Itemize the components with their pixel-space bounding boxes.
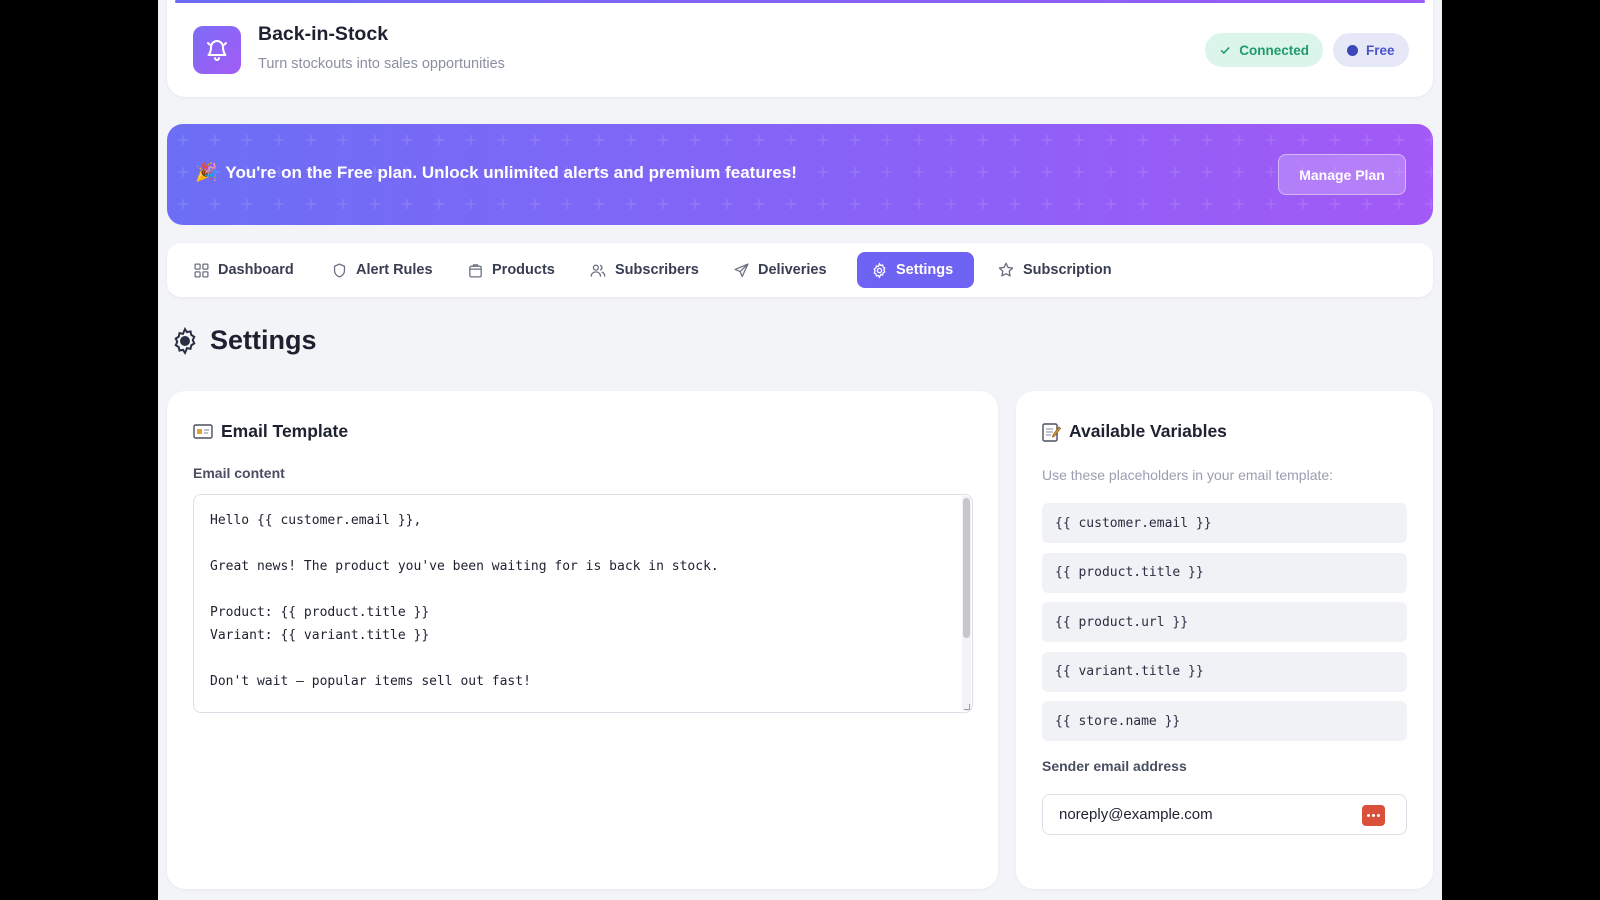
header-accent-line (175, 0, 1425, 3)
send-icon (734, 262, 749, 277)
check-icon (1220, 46, 1230, 54)
tab-settings[interactable]: Settings (857, 252, 974, 288)
connected-label: Connected (1239, 42, 1309, 58)
email-icon (193, 423, 213, 439)
email-content-label: Email content (193, 465, 285, 481)
bell-icon (193, 26, 241, 74)
tab-subscribers[interactable]: Subscribers (575, 252, 713, 288)
banner-message: 🎉 You're on the Free plan. Unlock unlimi… (195, 162, 797, 183)
memo-icon (1042, 422, 1061, 442)
tab-settings-label: Settings (896, 262, 954, 278)
sender-email-value: noreply@example.com (1059, 806, 1213, 823)
banner-text-suffix: plan. Unlock unlimited alerts and premiu… (372, 162, 797, 182)
resize-grip-icon[interactable] (964, 704, 970, 710)
sender-email-label: Sender email address (1042, 758, 1187, 774)
tab-deliveries-label: Deliveries (758, 262, 827, 278)
tab-deliveries[interactable]: Deliveries (719, 252, 841, 288)
variable-item[interactable]: {{ product.title }} (1042, 552, 1407, 593)
users-icon (590, 264, 606, 277)
app-viewport: Back-in-Stock Turn stockouts into sales … (158, 0, 1442, 900)
main-nav: Dashboard Alert Rules Products Subscribe… (167, 243, 1433, 297)
grid-icon (194, 262, 209, 278)
scrollbar-thumb[interactable] (963, 498, 970, 638)
password-manager-icon[interactable] (1362, 805, 1385, 826)
variable-item[interactable]: {{ product.url }} (1042, 602, 1407, 642)
banner-text-prefix: You're on the (225, 162, 337, 182)
variables-list: {{ customer.email }} {{ product.title }}… (1042, 503, 1407, 751)
app-title: Back-in-Stock (258, 23, 389, 45)
email-template-title: Email Template (221, 421, 349, 441)
available-variables-card: Available Variables Use these placeholde… (1016, 391, 1433, 889)
tab-subscription[interactable]: Subscription (983, 252, 1126, 288)
tab-products-label: Products (492, 262, 555, 278)
email-template-card: Email Template Email content Hello {{ cu… (167, 391, 998, 889)
email-template-heading: Email Template (193, 421, 348, 442)
tab-dashboard-label: Dashboard (218, 262, 294, 278)
page-title-text: Settings (210, 325, 317, 355)
star-icon (998, 262, 1014, 277)
banner-plan-name: Free (336, 162, 373, 182)
variable-item[interactable]: {{ variant.title }} (1042, 651, 1407, 692)
email-content-textarea[interactable]: Hello {{ customer.email }}, Great news! … (193, 494, 973, 713)
connected-status-badge: Connected (1205, 33, 1323, 67)
gear-icon (873, 261, 886, 279)
upgrade-banner: 🎉 You're on the Free plan. Unlock unlimi… (167, 124, 1433, 225)
textarea-scrollbar[interactable] (962, 496, 971, 711)
tab-subscription-label: Subscription (1023, 262, 1112, 278)
tab-products[interactable]: Products (453, 252, 569, 288)
tab-dashboard[interactable]: Dashboard (179, 252, 308, 288)
available-variables-title: Available Variables (1069, 421, 1227, 441)
gear-icon (174, 326, 196, 355)
plan-badge: Free (1333, 33, 1409, 67)
tab-alert-rules-label: Alert Rules (356, 262, 433, 278)
plan-badge-label: Free (1366, 42, 1395, 58)
sender-email-input[interactable]: noreply@example.com (1042, 794, 1407, 835)
variable-item[interactable]: {{ store.name }} (1042, 701, 1407, 741)
plan-dot-icon (1347, 44, 1358, 56)
variables-hint: Use these placeholders in your email tem… (1042, 467, 1334, 483)
page-title: Settings (170, 325, 317, 356)
variable-item[interactable]: {{ customer.email }} (1042, 503, 1407, 543)
bag-icon (469, 263, 482, 278)
party-popper-icon: 🎉 (195, 162, 218, 182)
shield-icon (333, 262, 346, 278)
app-subtitle: Turn stockouts into sales opportunities (258, 56, 505, 72)
app-header: Back-in-Stock Turn stockouts into sales … (167, 0, 1433, 97)
tab-subscribers-label: Subscribers (615, 262, 699, 278)
available-variables-heading: Available Variables (1042, 421, 1227, 442)
tab-alert-rules[interactable]: Alert Rules (317, 252, 447, 288)
manage-plan-button[interactable]: Manage Plan (1278, 154, 1406, 195)
email-content-text[interactable]: Hello {{ customer.email }}, Great news! … (210, 509, 719, 693)
